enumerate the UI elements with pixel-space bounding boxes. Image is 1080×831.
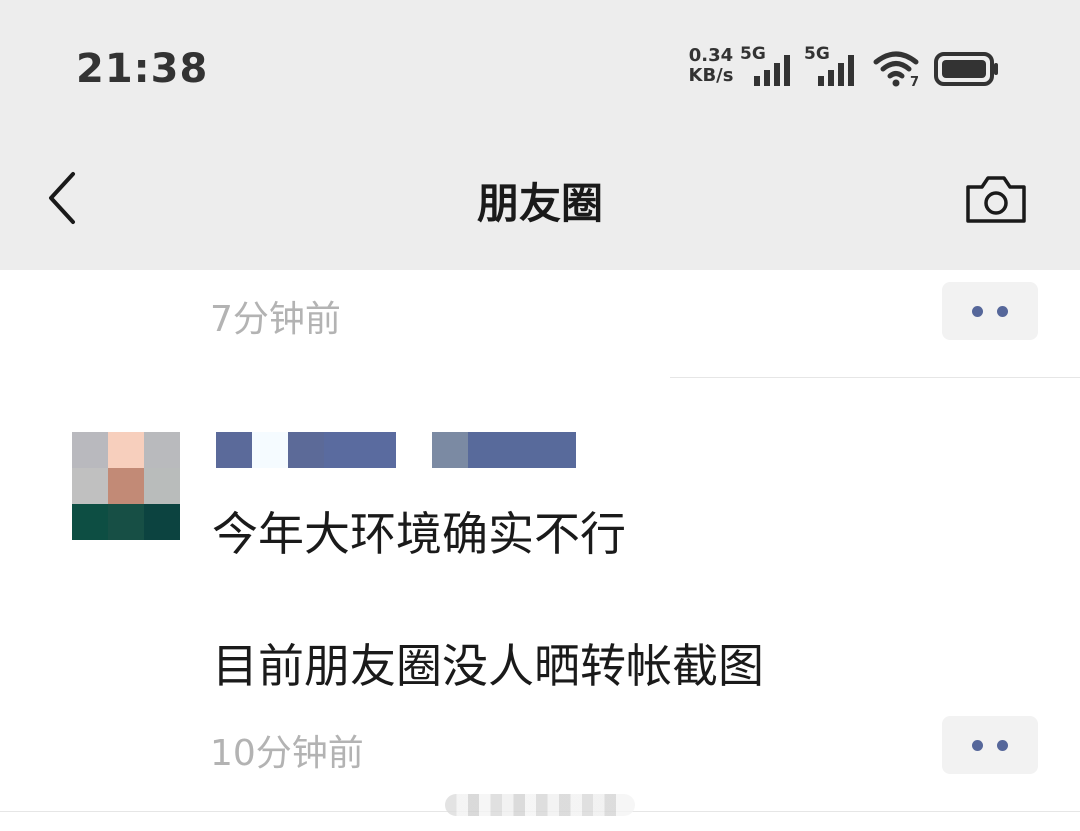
post-time: 10分钟前 [210,733,364,774]
network-speed-value: 0.34 [688,45,734,66]
avatar[interactable] [72,432,180,540]
battery-indicator [934,52,1000,90]
page-title: 朋友圈 [476,179,603,228]
network-speed-unit: KB/s [688,65,734,86]
watermark [445,794,635,816]
battery-icon [934,52,998,86]
more-dots-icon [972,305,983,317]
post-text-line-2: 目前朋友圈没人晒转帐截图 [212,639,764,693]
camera-icon [966,176,1026,223]
user-nickname[interactable] [216,432,576,468]
more-actions-button[interactable] [942,282,1038,340]
post-divider [670,377,1080,378]
network-speed: 0.34 KB/s [686,46,736,86]
signal-icon [818,55,854,86]
more-dots-icon [972,739,983,751]
top-bar: 21:38 0.34 KB/s 5G 5G 7 朋友圈 [0,0,1080,270]
wifi-icon: 7 [873,51,919,90]
status-time: 21:38 [76,46,209,92]
post-text-line-1: 今年大环境确实不行 [212,507,626,561]
more-actions-button[interactable] [942,716,1038,774]
camera-button[interactable] [962,170,1030,228]
signal-icon [754,55,790,86]
wifi-indicator: 7 [872,48,924,92]
post-time: 7分钟前 [210,299,341,340]
wifi-badge: 7 [910,75,919,88]
